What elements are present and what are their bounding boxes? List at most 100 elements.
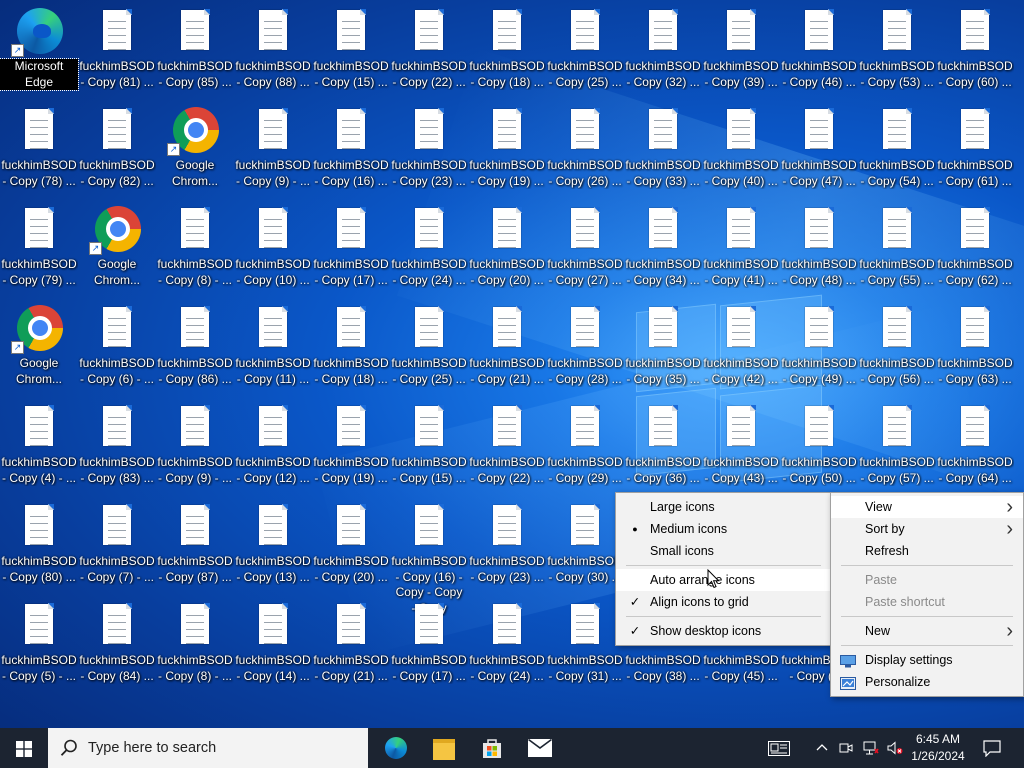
action-center-button[interactable] bbox=[972, 728, 1012, 768]
desktop-icon[interactable]: fuckhimBSOD - Copy (8) - ... bbox=[156, 600, 234, 696]
desktop-icon[interactable]: fuckhimBSOD - Copy (6) - ... bbox=[78, 303, 156, 399]
desktop-icon[interactable]: fuckhimBSOD - Copy (43) ... bbox=[702, 402, 780, 498]
desktop-icon[interactable]: fuckhimBSOD - Copy (21) ... bbox=[468, 303, 546, 399]
desktop-icon[interactable]: fuckhimBSOD - Copy (60) ... bbox=[936, 6, 1014, 102]
desktop-icon[interactable]: fuckhimBSOD - Copy (30) ... bbox=[546, 501, 624, 597]
desktop-icon[interactable]: fuckhimBSOD - Copy (64) ... bbox=[936, 402, 1014, 498]
context-menu-item-personalize[interactable]: Personalize bbox=[831, 671, 1023, 693]
desktop-icon[interactable]: fuckhimBSOD - Copy (85) ... bbox=[156, 6, 234, 102]
desktop-icon[interactable]: fuckhimBSOD - Copy (25) ... bbox=[546, 6, 624, 102]
desktop-icon[interactable]: fuckhimBSOD - Copy (49) ... bbox=[780, 303, 858, 399]
desktop-icon[interactable]: fuckhimBSOD - Copy (28) ... bbox=[546, 303, 624, 399]
desktop-icon[interactable]: fuckhimBSOD - Copy (13) ... bbox=[234, 501, 312, 597]
desktop-icon[interactable]: fuckhimBSOD - Copy (9) - ... bbox=[156, 402, 234, 498]
context-menu-item-display-settings[interactable]: Display settings bbox=[831, 649, 1023, 671]
tray-meet-button[interactable] bbox=[836, 728, 856, 768]
context-menu-item-paste[interactable]: Paste bbox=[831, 569, 1023, 591]
desktop-icon[interactable]: fuckhimBSOD - Copy (26) ... bbox=[546, 105, 624, 201]
desktop-icon[interactable]: fuckhimBSOD - Copy (83) ... bbox=[78, 402, 156, 498]
desktop-icon[interactable]: fuckhimBSOD - Copy (18) ... bbox=[468, 6, 546, 102]
desktop-icon[interactable]: fuckhimBSOD - Copy (16) ... bbox=[312, 105, 390, 201]
desktop-icon[interactable]: fuckhimBSOD - Copy (53) ... bbox=[858, 6, 936, 102]
context-menu-item-new[interactable]: New › bbox=[831, 620, 1023, 642]
view-menu-item-small-icons[interactable]: Small icons bbox=[616, 540, 831, 562]
tray-network-button[interactable] bbox=[860, 728, 882, 768]
desktop-icon[interactable]: fuckhimBSOD - Copy (20) ... bbox=[468, 204, 546, 300]
desktop-icon[interactable]: fuckhimBSOD - Copy (82) ... bbox=[78, 105, 156, 201]
desktop-icon[interactable]: fuckhimBSOD - Copy (40) ... bbox=[702, 105, 780, 201]
desktop-icon[interactable]: fuckhimBSOD - Copy (23) ... bbox=[468, 501, 546, 597]
desktop-icon[interactable]: fuckhimBSOD - Copy (31) ... bbox=[546, 600, 624, 696]
desktop-icon[interactable]: fuckhimBSOD - Copy (5) - ... bbox=[0, 600, 78, 696]
start-button[interactable] bbox=[0, 728, 48, 768]
view-menu-item-medium-icons[interactable]: ● Medium icons bbox=[616, 518, 831, 540]
desktop-icon[interactable]: fuckhimBSOD - Copy (41) ... bbox=[702, 204, 780, 300]
desktop-icon[interactable]: fuckhimBSOD - Copy (7) - ... bbox=[78, 501, 156, 597]
desktop-icon[interactable]: fuckhimBSOD - Copy (39) ... bbox=[702, 6, 780, 102]
desktop-icon[interactable]: fuckhimBSOD - Copy (4) - ... bbox=[0, 402, 78, 498]
desktop-icon[interactable]: fuckhimBSOD - Copy (35) ... bbox=[624, 303, 702, 399]
desktop-icon[interactable]: fuckhimBSOD - Copy (8) - ... bbox=[156, 204, 234, 300]
context-menu-item-sort-by[interactable]: Sort by › bbox=[831, 518, 1023, 540]
desktop-icon[interactable]: fuckhimBSOD - Copy (24) ... bbox=[390, 204, 468, 300]
context-menu-item-refresh[interactable]: Refresh bbox=[831, 540, 1023, 562]
show-hidden-icons-button[interactable] bbox=[812, 728, 832, 768]
desktop-icon[interactable]: fuckhimBSOD - Copy (78) ... bbox=[0, 105, 78, 201]
desktop-icon[interactable]: fuckhimBSOD - Copy (18) ... bbox=[312, 303, 390, 399]
desktop-icon[interactable]: fuckhimBSOD - Copy (22) ... bbox=[390, 6, 468, 102]
desktop-icon[interactable]: fuckhimBSOD - Copy (48) ... bbox=[780, 204, 858, 300]
desktop-icon[interactable]: fuckhimBSOD - Copy (80) ... bbox=[0, 501, 78, 597]
desktop-icon[interactable]: fuckhimBSOD - Copy (87) ... bbox=[156, 501, 234, 597]
desktop-icon[interactable]: fuckhimBSOD - Copy (42) ... bbox=[702, 303, 780, 399]
news-widget-button[interactable] bbox=[762, 728, 796, 768]
taskbar-mail-button[interactable] bbox=[518, 728, 562, 768]
desktop-icon[interactable]: fuckhimBSOD - Copy (63) ... bbox=[936, 303, 1014, 399]
desktop-icon[interactable]: ↗ Microsoft Edge bbox=[0, 6, 79, 102]
desktop-icon[interactable]: fuckhimBSOD - Copy (16) - Copy - Copy - … bbox=[390, 501, 468, 615]
desktop-icon[interactable]: fuckhimBSOD - Copy (21) ... bbox=[312, 600, 390, 696]
desktop-icon[interactable]: fuckhimBSOD - Copy (32) ... bbox=[624, 6, 702, 102]
desktop-icon[interactable]: fuckhimBSOD - Copy (14) ... bbox=[234, 600, 312, 696]
desktop-icon[interactable]: fuckhimBSOD - Copy (88) ... bbox=[234, 6, 312, 102]
view-menu-item-align-icons-to-grid[interactable]: ✓ Align icons to grid bbox=[616, 591, 831, 613]
desktop-icon[interactable]: fuckhimBSOD - Copy (22) ... bbox=[468, 402, 546, 498]
taskbar-store-button[interactable] bbox=[470, 728, 514, 768]
desktop-icon[interactable]: fuckhimBSOD - Copy (81) ... bbox=[78, 6, 156, 102]
taskbar-clock[interactable]: 6:45 AM 1/26/2024 bbox=[908, 728, 968, 768]
desktop-icon[interactable]: fuckhimBSOD - Copy (15) ... bbox=[390, 402, 468, 498]
desktop-icon[interactable]: fuckhimBSOD - Copy (23) ... bbox=[390, 105, 468, 201]
desktop-icon[interactable]: fuckhimBSOD - Copy (20) ... bbox=[312, 501, 390, 597]
desktop-icon[interactable]: fuckhimBSOD - Copy (56) ... bbox=[858, 303, 936, 399]
desktop-icon[interactable]: fuckhimBSOD - Copy (86) ... bbox=[156, 303, 234, 399]
desktop-icon[interactable]: fuckhimBSOD - Copy (17) ... bbox=[390, 600, 468, 696]
desktop-icon[interactable]: fuckhimBSOD - Copy (19) ... bbox=[312, 402, 390, 498]
view-menu-item-show-desktop-icons[interactable]: ✓ Show desktop icons bbox=[616, 620, 831, 642]
desktop-icon[interactable]: fuckhimBSOD - Copy (11) ... bbox=[234, 303, 312, 399]
view-menu-item-auto-arrange-icons[interactable]: Auto arrange icons bbox=[616, 569, 831, 591]
desktop-icon[interactable]: fuckhimBSOD - Copy (15) ... bbox=[312, 6, 390, 102]
taskbar-file-explorer-button[interactable] bbox=[422, 728, 466, 768]
desktop-icon[interactable]: fuckhimBSOD - Copy (34) ... bbox=[624, 204, 702, 300]
desktop-icon[interactable]: fuckhimBSOD - Copy (54) ... bbox=[858, 105, 936, 201]
context-menu-item-paste-shortcut[interactable]: Paste shortcut bbox=[831, 591, 1023, 613]
desktop-icon[interactable]: fuckhimBSOD - Copy (57) ... bbox=[858, 402, 936, 498]
desktop-icon[interactable]: fuckhimBSOD - Copy (10) ... bbox=[234, 204, 312, 300]
desktop-icon[interactable]: fuckhimBSOD - Copy (55) ... bbox=[858, 204, 936, 300]
desktop-icon[interactable]: fuckhimBSOD - Copy (33) ... bbox=[624, 105, 702, 201]
tray-volume-button[interactable] bbox=[884, 728, 906, 768]
desktop-icon[interactable]: fuckhimBSOD - Copy (17) ... bbox=[312, 204, 390, 300]
desktop-icon[interactable]: fuckhimBSOD - Copy (27) ... bbox=[546, 204, 624, 300]
context-menu-item-view[interactable]: View › bbox=[831, 496, 1023, 518]
desktop-icon[interactable]: ↗ Google Chrom... bbox=[0, 303, 78, 399]
desktop-icon[interactable]: fuckhimBSOD - Copy (36) ... bbox=[624, 402, 702, 498]
view-menu-item-large-icons[interactable]: Large icons bbox=[616, 496, 831, 518]
taskbar-search-box[interactable]: Type here to search bbox=[48, 728, 368, 768]
desktop-icon[interactable]: fuckhimBSOD - Copy (62) ... bbox=[936, 204, 1014, 300]
desktop-icon[interactable]: fuckhimBSOD - Copy (12) ... bbox=[234, 402, 312, 498]
desktop-icon[interactable]: ↗ Google Chrom... bbox=[78, 204, 156, 300]
desktop-icon[interactable]: fuckhimBSOD - Copy (61) ... bbox=[936, 105, 1014, 201]
desktop-icon[interactable]: fuckhimBSOD - Copy (29) ... bbox=[546, 402, 624, 498]
desktop-icon[interactable]: fuckhimBSOD - Copy (47) ... bbox=[780, 105, 858, 201]
desktop-icon[interactable]: ↗ Google Chrom... bbox=[156, 105, 234, 201]
taskbar-edge-button[interactable] bbox=[374, 728, 418, 768]
